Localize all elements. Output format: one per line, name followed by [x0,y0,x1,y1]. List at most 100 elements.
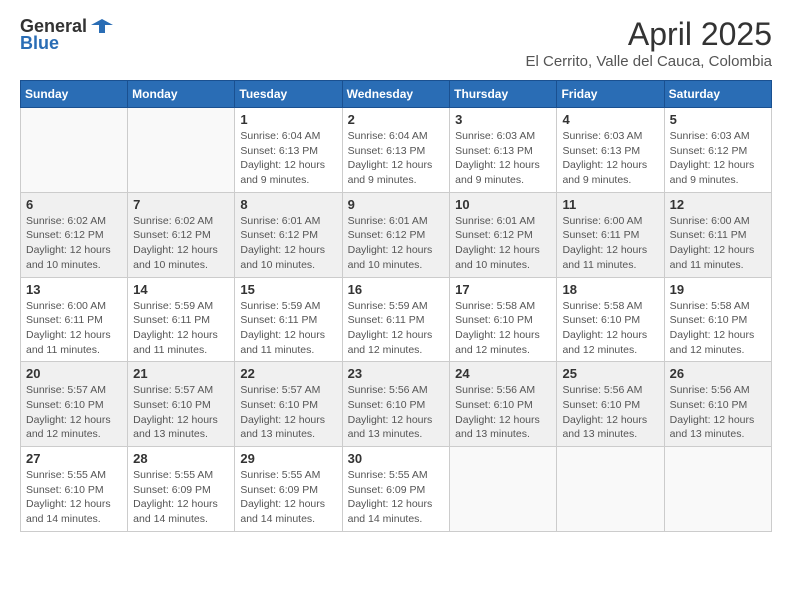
day-number: 30 [348,451,445,466]
calendar-cell: 11 Sunrise: 6:00 AM Sunset: 6:11 PM Dayli… [557,192,664,277]
day-info: Sunrise: 6:04 AM Sunset: 6:13 PM Dayligh… [240,129,336,188]
calendar-cell: 7 Sunrise: 6:02 AM Sunset: 6:12 PM Daylig… [128,192,235,277]
day-number: 29 [240,451,336,466]
day-info: Sunrise: 5:57 AM Sunset: 6:10 PM Dayligh… [133,383,229,442]
day-number: 20 [26,366,122,381]
calendar-cell: 30 Sunrise: 5:55 AM Sunset: 6:09 PM Dayli… [342,447,450,532]
day-info: Sunrise: 6:02 AM Sunset: 6:12 PM Dayligh… [26,214,122,273]
day-number: 10 [455,197,551,212]
day-info: Sunrise: 6:01 AM Sunset: 6:12 PM Dayligh… [455,214,551,273]
logo-blue-text: Blue [20,33,59,54]
calendar-week-row: 13Sunrise: 6:00 AM Sunset: 6:11 PM Dayli… [21,277,772,362]
calendar-cell: 9 Sunrise: 6:01 AM Sunset: 6:12 PM Daylig… [342,192,450,277]
calendar-cell: 23 Sunrise: 5:56 AM Sunset: 6:10 PM Dayli… [342,362,450,447]
day-info: Sunrise: 5:55 AM Sunset: 6:09 PM Dayligh… [240,468,336,527]
weekday-header-saturday: Saturday [664,81,771,108]
month-title: April 2025 [526,16,773,53]
day-info: Sunrise: 6:03 AM Sunset: 6:13 PM Dayligh… [455,129,551,188]
day-info: Sunrise: 5:59 AM Sunset: 6:11 PM Dayligh… [133,299,229,358]
page-header: General Blue April 2025 El Cerrito, Vall… [20,16,772,70]
day-info: Sunrise: 5:56 AM Sunset: 6:10 PM Dayligh… [670,383,766,442]
calendar-cell: 21 Sunrise: 5:57 AM Sunset: 6:10 PM Dayli… [128,362,235,447]
day-number: 3 [455,112,551,127]
calendar-table: SundayMondayTuesdayWednesdayThursdayFrid… [20,80,772,532]
calendar-cell: 17 Sunrise: 5:58 AM Sunset: 6:10 PM Dayli… [450,277,557,362]
day-number: 13 [26,282,122,297]
calendar-week-row: 20 Sunrise: 5:57 AM Sunset: 6:10 PM Dayli… [21,362,772,447]
weekday-header-tuesday: Tuesday [235,81,342,108]
day-info: Sunrise: 5:55 AM Sunset: 6:09 PM Dayligh… [348,468,445,527]
day-number: 22 [240,366,336,381]
calendar-cell: 25 Sunrise: 5:56 AM Sunset: 6:10 PM Dayli… [557,362,664,447]
calendar-cell: 6 Sunrise: 6:02 AM Sunset: 6:12 PM Daylig… [21,192,128,277]
calendar-cell: 22 Sunrise: 5:57 AM Sunset: 6:10 PM Dayli… [235,362,342,447]
day-number: 14 [133,282,229,297]
weekday-header-monday: Monday [128,81,235,108]
logo: General Blue [20,16,113,54]
location-text: El Cerrito, Valle del Cauca, Colombia [526,53,773,70]
day-info: Sunrise: 5:56 AM Sunset: 6:10 PM Dayligh… [562,383,658,442]
weekday-header-sunday: Sunday [21,81,128,108]
calendar-cell [21,108,128,193]
day-info: Sunrise: 6:04 AM Sunset: 6:13 PM Dayligh… [348,129,445,188]
calendar-week-row: 6 Sunrise: 6:02 AM Sunset: 6:12 PM Daylig… [21,192,772,277]
day-info: Sunrise: 6:01 AM Sunset: 6:12 PM Dayligh… [348,214,445,273]
day-info: Sunrise: 5:58 AM Sunset: 6:10 PM Dayligh… [562,299,658,358]
day-number: 11 [562,197,658,212]
day-number: 19 [670,282,766,297]
calendar-cell: 15 Sunrise: 5:59 AM Sunset: 6:11 PM Dayli… [235,277,342,362]
day-info: Sunrise: 5:57 AM Sunset: 6:10 PM Dayligh… [26,383,122,442]
calendar-cell: 27 Sunrise: 5:55 AM Sunset: 6:10 PM Dayli… [21,447,128,532]
day-number: 12 [670,197,766,212]
day-number: 6 [26,197,122,212]
day-info: Sunrise: 5:55 AM Sunset: 6:10 PM Dayligh… [26,468,122,527]
day-number: 28 [133,451,229,466]
calendar-cell: 5 Sunrise: 6:03 AM Sunset: 6:12 PM Daylig… [664,108,771,193]
day-number: 15 [240,282,336,297]
day-number: 16 [348,282,445,297]
day-info: Sunrise: 5:57 AM Sunset: 6:10 PM Dayligh… [240,383,336,442]
calendar-cell: 4Sunrise: 6:03 AM Sunset: 6:13 PM Daylig… [557,108,664,193]
day-number: 7 [133,197,229,212]
calendar-cell: 28 Sunrise: 5:55 AM Sunset: 6:09 PM Dayli… [128,447,235,532]
calendar-cell: 12Sunrise: 6:00 AM Sunset: 6:11 PM Dayli… [664,192,771,277]
calendar-cell: 2 Sunrise: 6:04 AM Sunset: 6:13 PM Daylig… [342,108,450,193]
weekday-header-wednesday: Wednesday [342,81,450,108]
day-number: 23 [348,366,445,381]
day-info: Sunrise: 6:00 AM Sunset: 6:11 PM Dayligh… [562,214,658,273]
title-section: April 2025 El Cerrito, Valle del Cauca, … [526,16,773,70]
day-info: Sunrise: 6:01 AM Sunset: 6:12 PM Dayligh… [240,214,336,273]
calendar-week-row: 27 Sunrise: 5:55 AM Sunset: 6:10 PM Dayli… [21,447,772,532]
day-number: 25 [562,366,658,381]
calendar-cell [557,447,664,532]
calendar-cell [450,447,557,532]
calendar-week-row: 1Sunrise: 6:04 AM Sunset: 6:13 PM Daylig… [21,108,772,193]
calendar-header-row: SundayMondayTuesdayWednesdayThursdayFrid… [21,81,772,108]
day-number: 27 [26,451,122,466]
day-number: 8 [240,197,336,212]
day-info: Sunrise: 6:02 AM Sunset: 6:12 PM Dayligh… [133,214,229,273]
day-info: Sunrise: 6:03 AM Sunset: 6:12 PM Dayligh… [670,129,766,188]
calendar-cell: 19Sunrise: 5:58 AM Sunset: 6:10 PM Dayli… [664,277,771,362]
calendar-cell: 8 Sunrise: 6:01 AM Sunset: 6:12 PM Daylig… [235,192,342,277]
calendar-cell: 16 Sunrise: 5:59 AM Sunset: 6:11 PM Dayli… [342,277,450,362]
weekday-header-thursday: Thursday [450,81,557,108]
day-number: 24 [455,366,551,381]
day-number: 5 [670,112,766,127]
day-number: 18 [562,282,658,297]
day-info: Sunrise: 5:56 AM Sunset: 6:10 PM Dayligh… [348,383,445,442]
weekday-header-friday: Friday [557,81,664,108]
day-info: Sunrise: 5:56 AM Sunset: 6:10 PM Dayligh… [455,383,551,442]
day-info: Sunrise: 5:59 AM Sunset: 6:11 PM Dayligh… [240,299,336,358]
day-number: 21 [133,366,229,381]
day-info: Sunrise: 5:59 AM Sunset: 6:11 PM Dayligh… [348,299,445,358]
calendar-cell: 3 Sunrise: 6:03 AM Sunset: 6:13 PM Daylig… [450,108,557,193]
day-number: 2 [348,112,445,127]
day-number: 9 [348,197,445,212]
day-info: Sunrise: 5:58 AM Sunset: 6:10 PM Dayligh… [455,299,551,358]
calendar-cell: 26Sunrise: 5:56 AM Sunset: 6:10 PM Dayli… [664,362,771,447]
day-number: 17 [455,282,551,297]
calendar-cell: 13Sunrise: 6:00 AM Sunset: 6:11 PM Dayli… [21,277,128,362]
day-info: Sunrise: 5:55 AM Sunset: 6:09 PM Dayligh… [133,468,229,527]
calendar-cell [664,447,771,532]
